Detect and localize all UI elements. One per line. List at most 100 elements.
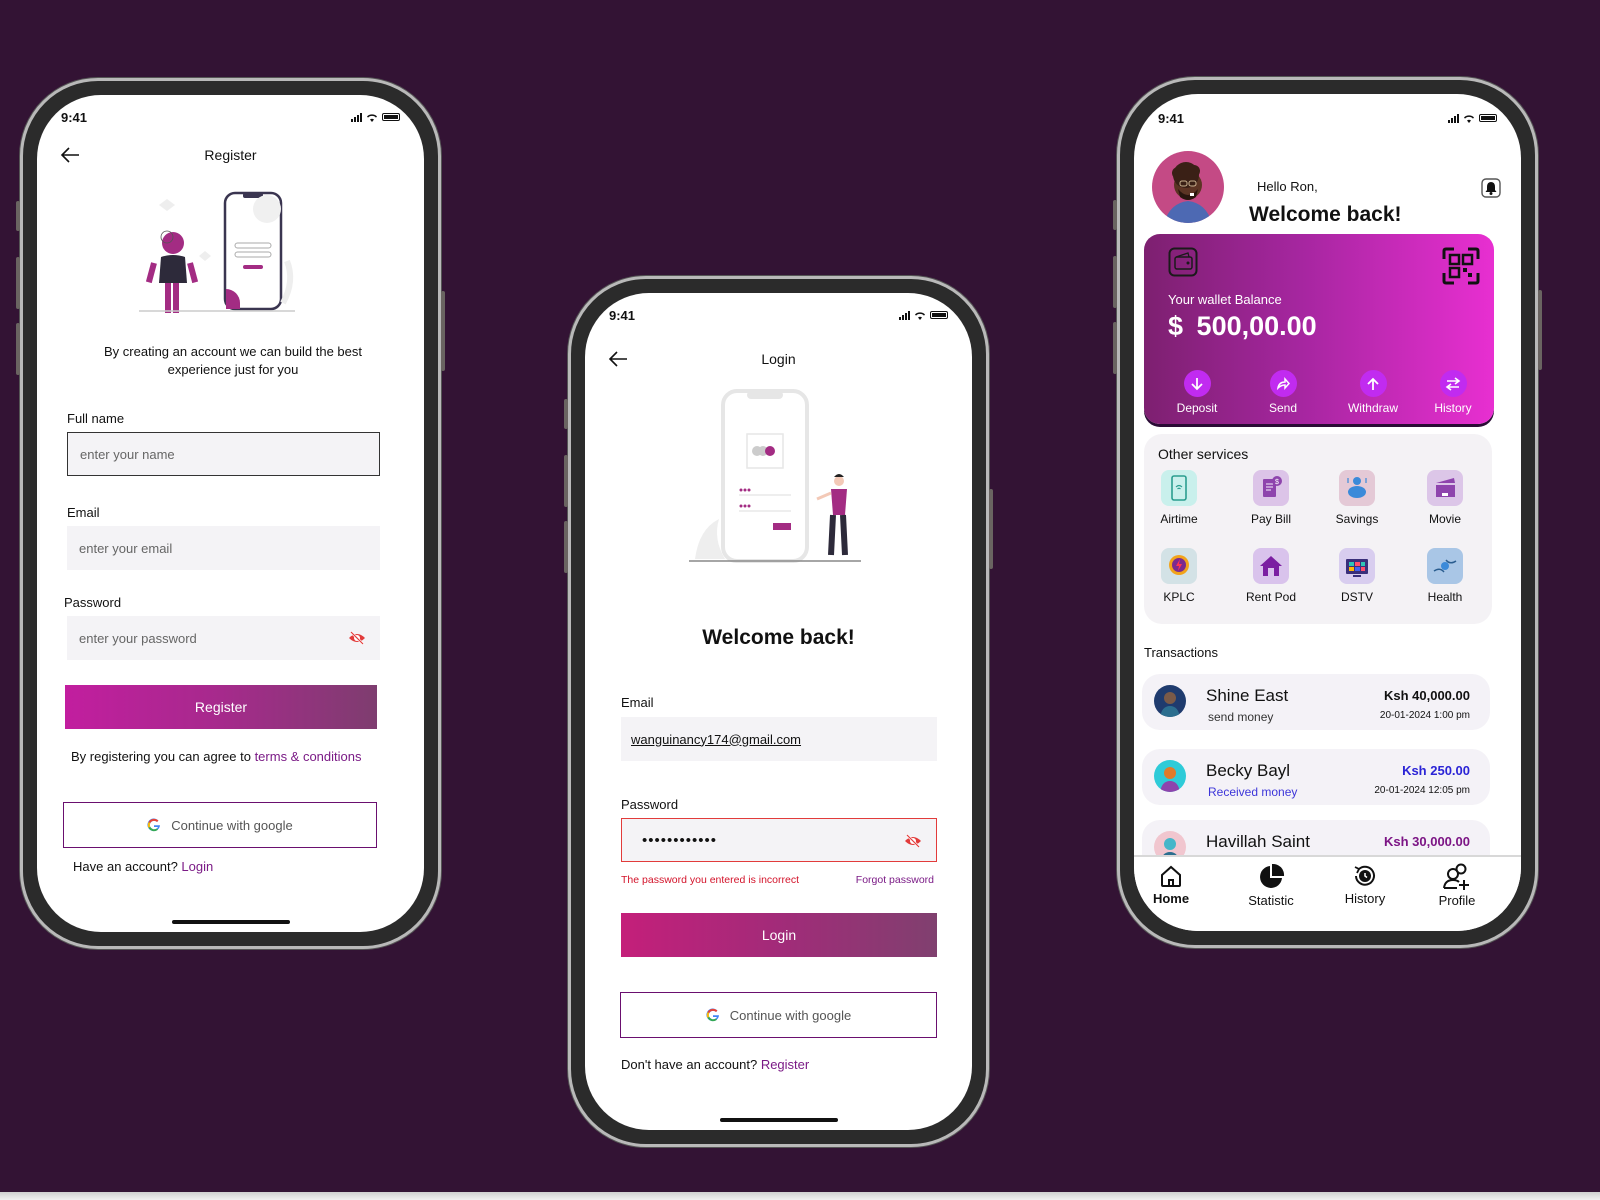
tab-home[interactable]: Home (1136, 863, 1206, 906)
tab-statistic[interactable]: Statistic (1236, 863, 1306, 908)
swap-icon (1445, 376, 1461, 391)
login-phone: 9:41 Login Welcome back! Email wanguinan… (564, 276, 993, 1147)
side-button (1113, 256, 1117, 308)
google-signin-button[interactable]: Continue with google (620, 992, 937, 1038)
transaction-row[interactable]: Shine East send money Ksh 40,000.00 20-01-2… (1142, 674, 1490, 730)
status-time: 9:41 (1158, 110, 1185, 126)
email-input[interactable]: enter your email (67, 526, 380, 570)
side-button (441, 291, 445, 371)
wifi-icon (1464, 114, 1474, 123)
eye-off-icon[interactable] (904, 833, 922, 849)
tab-profile-label: Profile (1438, 893, 1476, 908)
side-button (16, 201, 20, 231)
transaction-name: Havillah Saint (1206, 832, 1310, 851)
side-button (1113, 200, 1117, 230)
status-time: 9:41 (61, 109, 88, 125)
transaction-name: Becky Bayl (1206, 761, 1291, 780)
login-link[interactable]: Login (181, 859, 213, 874)
page-title: Register (204, 147, 257, 163)
side-button (1538, 290, 1542, 370)
service-health[interactable]: Health (1410, 548, 1480, 604)
transaction-row[interactable]: Becky Bayl Received money Ksh 250.00 20-01-… (1142, 749, 1490, 805)
history-action[interactable]: History (1418, 370, 1488, 415)
battery-icon (382, 113, 400, 121)
history-clock-icon (1354, 865, 1375, 886)
eye-off-icon[interactable] (348, 630, 366, 646)
notification-bell-icon[interactable] (1481, 178, 1501, 198)
google-signin-button[interactable]: Continue with google (63, 802, 377, 848)
welcome-heading: Welcome back! (702, 626, 855, 649)
withdraw-action[interactable]: Withdraw (1338, 370, 1408, 415)
bottom-strip (0, 1192, 1600, 1200)
other-services-panel: Other services Airtime $ Pay Bill Savings Mo… (1144, 434, 1492, 624)
tab-profile[interactable]: Profile (1422, 863, 1492, 908)
email-input[interactable]: wanguinancy174@gmail.com (621, 717, 937, 761)
password-input[interactable]: •••••••••••• (621, 818, 937, 862)
service-movie[interactable]: Movie (1410, 470, 1480, 526)
login-button[interactable]: Login (621, 913, 937, 957)
health-hands-icon (1427, 548, 1463, 584)
register-illustration (139, 191, 295, 313)
side-button (564, 521, 568, 573)
home-icon (1161, 865, 1181, 887)
google-button-label: Continue with google (729, 1007, 852, 1023)
dashboard-phone: 9:41 Hello Ron, Welcome back! Your walle… (1113, 77, 1542, 948)
status-time: 9:41 (609, 307, 636, 323)
qr-code-icon[interactable] (1442, 247, 1480, 285)
phone-wifi-icon (1161, 470, 1197, 506)
login-screen: 9:41 Login Welcome back! Email wanguinan… (585, 293, 972, 1130)
service-label: Savings (1335, 512, 1379, 526)
arrow-down-icon (1191, 377, 1203, 390)
tab-statistic-label: Statistic (1248, 893, 1294, 908)
wifi-icon (367, 113, 377, 122)
register-link[interactable]: Register (761, 1057, 809, 1072)
battery-icon (1479, 114, 1497, 122)
transaction-date: 20-01-2024 12:05 pm (1374, 785, 1470, 796)
service-savings[interactable]: Savings (1322, 470, 1392, 526)
service-label: Movie (1428, 512, 1461, 526)
piggy-bank-icon (1339, 470, 1375, 506)
service-label: KPLC (1163, 590, 1195, 604)
account-prompt-text: Don't have an account? (621, 1057, 761, 1072)
service-airtime[interactable]: Airtime (1144, 470, 1214, 526)
tab-home-label: Home (1152, 891, 1190, 906)
register-phone: 9:41 Register By creating an account we … (16, 78, 445, 949)
signal-icon (899, 310, 910, 320)
balance-amount: 500,00.00 (1196, 311, 1317, 341)
register-button[interactable]: Register (65, 685, 377, 729)
dashboard-screen: 9:41 Hello Ron, Welcome back! Your walle… (1134, 94, 1521, 931)
forgot-password-link[interactable]: Forgot password (856, 874, 934, 886)
side-button (16, 257, 20, 309)
nav-bar: Register (37, 141, 424, 171)
home-indicator (719, 1118, 838, 1122)
side-button (564, 399, 568, 429)
fullname-placeholder: enter your name (80, 446, 175, 462)
wallet-balance-label: Your wallet Balance (1168, 292, 1282, 307)
signal-icon (351, 112, 362, 122)
tab-history-label: History (1344, 891, 1386, 906)
bottom-tab-bar: Home Statistic History Profile (1134, 855, 1521, 931)
clapperboard-icon (1427, 470, 1463, 506)
service-kplc[interactable]: KPLC (1144, 548, 1214, 604)
deposit-action[interactable]: Deposit (1162, 370, 1232, 415)
google-icon (706, 1008, 719, 1022)
user-avatar-illustration (1164, 162, 1212, 223)
service-rent-pod[interactable]: Rent Pod (1236, 548, 1306, 604)
svg-text:$: $ (1275, 479, 1279, 486)
side-button (16, 323, 20, 375)
nav-bar: Login (585, 345, 972, 375)
user-avatar[interactable] (1152, 151, 1224, 223)
service-pay-bill[interactable]: $ Pay Bill (1236, 470, 1306, 526)
signal-icon (1448, 113, 1459, 123)
service-label: DSTV (1340, 590, 1373, 604)
tab-history[interactable]: History (1330, 863, 1400, 906)
fullname-input[interactable]: enter your name (67, 432, 380, 476)
register-prompt: Don't have an account? Register (621, 1057, 809, 1072)
house-icon (1253, 548, 1289, 584)
password-input[interactable]: enter your password (67, 616, 380, 660)
send-action[interactable]: Send (1248, 370, 1318, 415)
service-dstv[interactable]: DSTV (1322, 548, 1392, 604)
transactions-title: Transactions (1144, 645, 1218, 660)
home-indicator (171, 920, 290, 924)
terms-link[interactable]: terms & conditions (255, 749, 362, 764)
